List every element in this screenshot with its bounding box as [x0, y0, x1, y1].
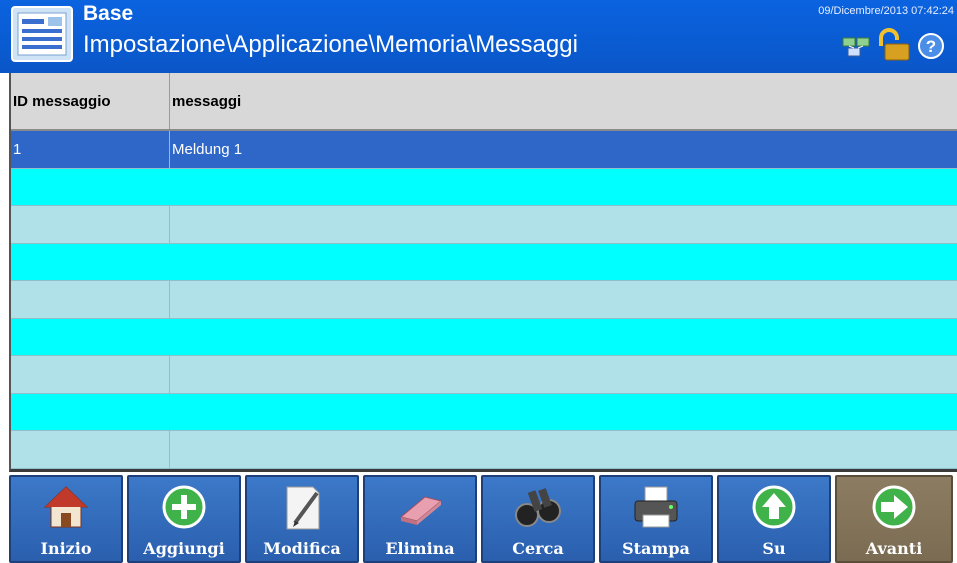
cell-id	[11, 393, 170, 430]
table-row[interactable]	[11, 168, 957, 206]
network-icon	[842, 37, 870, 57]
cell-id	[11, 168, 170, 205]
cell-message	[170, 244, 957, 281]
unlock-icon	[879, 28, 910, 61]
status-icons: ?	[842, 28, 944, 61]
search-button[interactable]: Cerca	[481, 475, 595, 563]
eraser-icon	[399, 496, 443, 525]
table-row[interactable]	[11, 431, 957, 469]
table-row[interactable]	[11, 393, 957, 431]
next-label: Avanti	[865, 539, 923, 558]
svg-text:?: ?	[926, 37, 936, 56]
cell-id	[11, 243, 170, 280]
cell-message	[170, 206, 957, 243]
table-row[interactable]	[11, 356, 957, 394]
up-arrow-icon	[752, 485, 796, 529]
printer-icon	[634, 486, 678, 528]
edit-label: Modifica	[263, 539, 341, 558]
cell-id	[11, 206, 170, 243]
breadcrumb: Impostazione\Applicazione\Memoria\Messag…	[83, 31, 578, 58]
softkey-bar: Inizio Aggiungi Modifica Elimina Cerca S…	[9, 475, 957, 563]
datetime-label: 09/Dicembre/2013 07:42:24	[818, 5, 954, 17]
print-button[interactable]: Stampa	[599, 475, 713, 563]
edit-button[interactable]: Modifica	[245, 475, 359, 563]
binoculars-icon	[515, 488, 561, 527]
plus-circle-icon	[162, 485, 206, 529]
up-label: Su	[762, 539, 786, 558]
messages-table: ID messaggio messaggi 1 Meldung 1	[9, 73, 957, 472]
delete-label: Elimina	[385, 539, 455, 558]
cell-id	[11, 356, 170, 393]
table-row[interactable]	[11, 281, 957, 319]
table-row[interactable]	[11, 243, 957, 281]
table-header: ID messaggio messaggi	[11, 73, 957, 131]
page-title: Base	[83, 2, 134, 25]
home-button[interactable]: Inizio	[9, 475, 123, 563]
search-label: Cerca	[512, 539, 564, 558]
app-icon[interactable]	[10, 5, 74, 63]
cell-message	[170, 356, 957, 393]
cell-id	[11, 281, 170, 318]
home-icon	[43, 486, 89, 528]
table-row[interactable]: 1 Meldung 1	[11, 131, 957, 169]
cell-message: Meldung 1	[172, 140, 243, 158]
cell-id	[11, 318, 170, 355]
column-header-messages[interactable]: messaggi	[170, 73, 957, 129]
add-label: Aggiungi	[143, 539, 225, 558]
cell-message	[170, 394, 957, 431]
table-row[interactable]	[11, 206, 957, 244]
header-bar: Base Impostazione\Applicazione\Memoria\M…	[0, 0, 957, 73]
cell-message	[170, 319, 957, 356]
cell-id	[11, 431, 170, 468]
delete-button[interactable]: Elimina	[363, 475, 477, 563]
add-button[interactable]: Aggiungi	[127, 475, 241, 563]
right-arrow-icon	[872, 485, 916, 529]
home-label: Inizio	[40, 539, 92, 558]
cell-message	[170, 281, 957, 318]
next-button[interactable]: Avanti	[835, 475, 953, 563]
table-row[interactable]	[11, 318, 957, 356]
print-label: Stampa	[622, 539, 690, 558]
help-icon[interactable]: ?	[918, 33, 944, 59]
cell-id: 1	[11, 131, 170, 168]
cell-message	[170, 169, 957, 206]
edit-pen-icon	[286, 486, 320, 530]
column-header-id[interactable]: ID messaggio	[11, 73, 170, 129]
up-button[interactable]: Su	[717, 475, 831, 563]
cell-message	[170, 431, 957, 468]
